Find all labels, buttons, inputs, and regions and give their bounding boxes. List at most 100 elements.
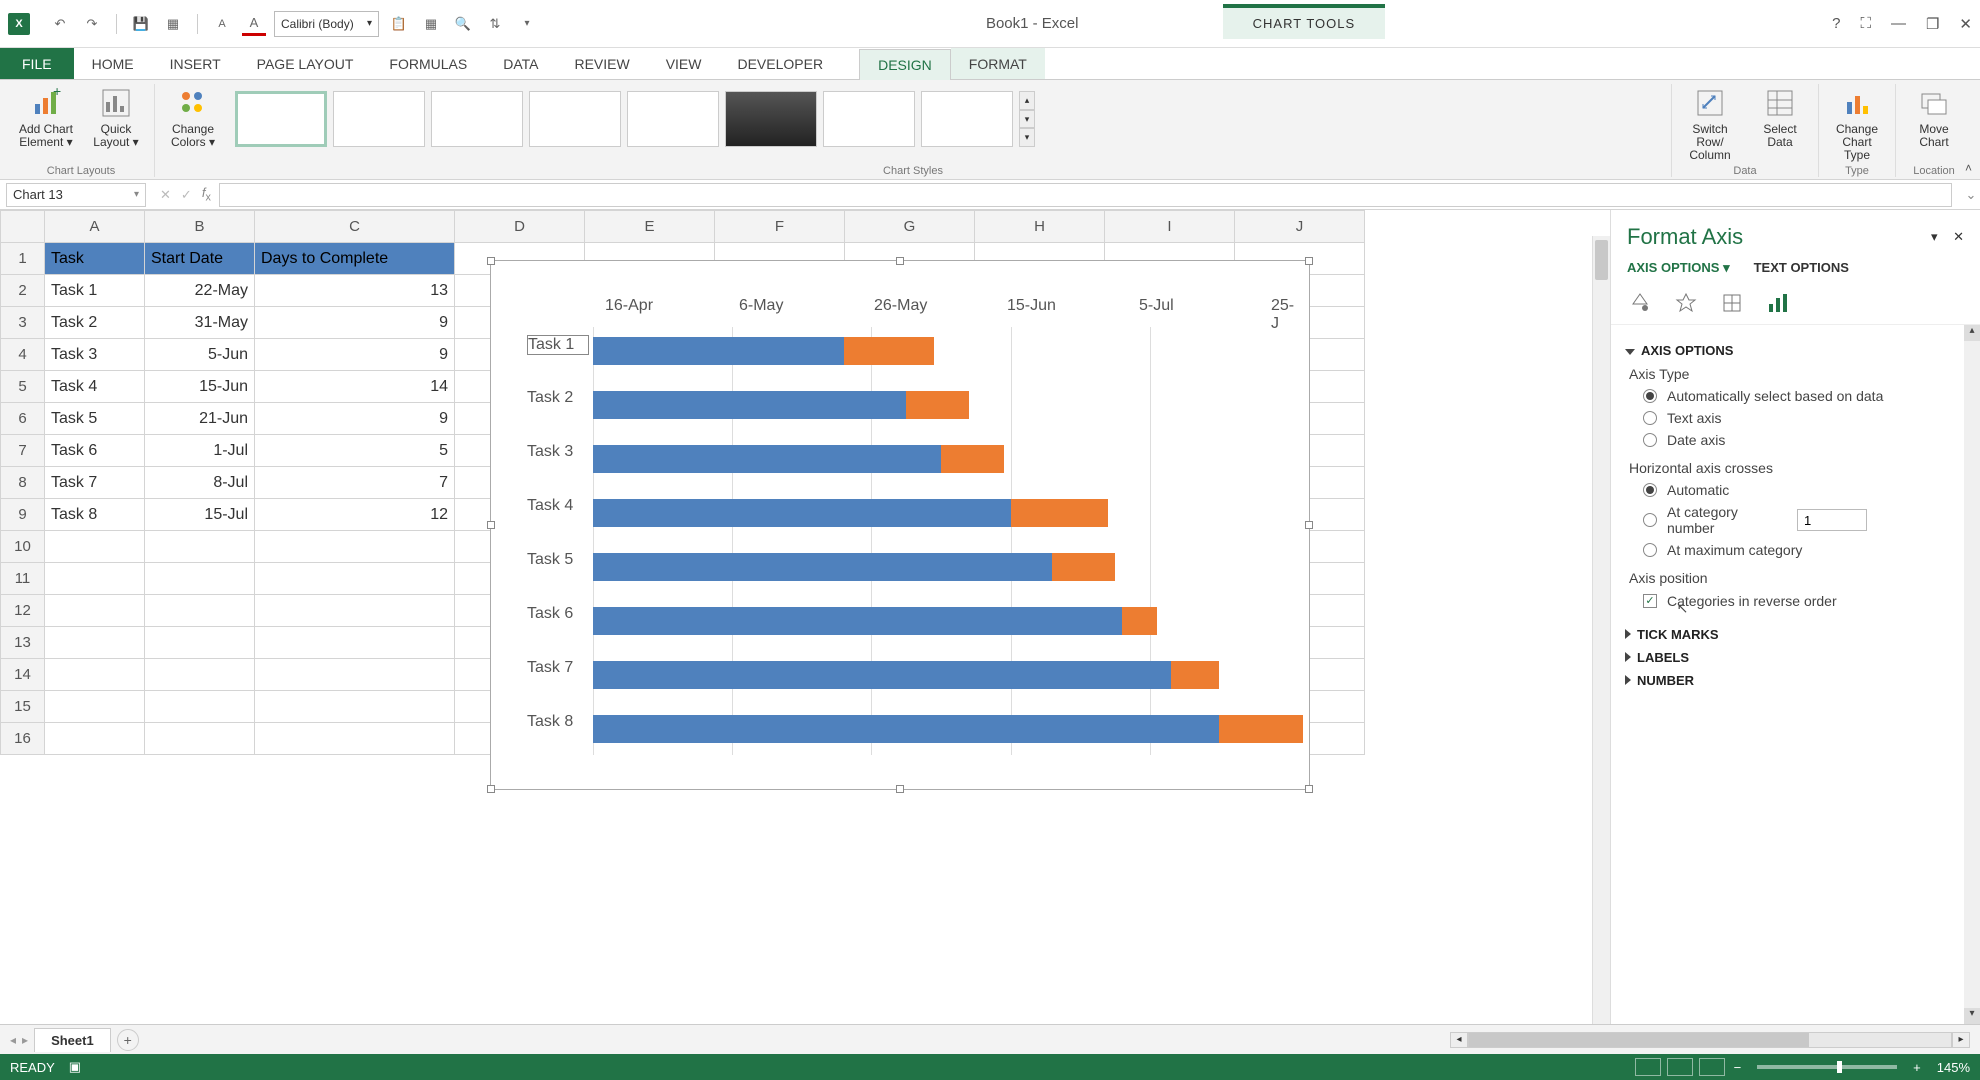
size-properties-icon[interactable] (1719, 290, 1745, 316)
select-data-button[interactable]: Select Data (1752, 86, 1808, 149)
tab-view[interactable]: VIEW (648, 48, 720, 79)
col-header[interactable]: D (455, 211, 585, 243)
row-header[interactable]: 1 (1, 243, 45, 275)
chart-style-8[interactable] (921, 91, 1013, 147)
switch-row-column-button[interactable]: Switch Row/ Column (1682, 86, 1738, 163)
tab-insert[interactable]: INSERT (152, 48, 239, 79)
view-normal-icon[interactable] (1635, 1058, 1661, 1076)
name-box[interactable]: Chart 13▾ (6, 183, 146, 207)
y-tick-label[interactable]: Task 6 (527, 605, 589, 623)
tab-developer[interactable]: DEVELOPER (719, 48, 841, 79)
redo-icon[interactable]: ↷ (80, 12, 104, 36)
y-tick-label[interactable]: Task 5 (527, 551, 589, 569)
axis-options-icon[interactable] (1765, 290, 1791, 316)
borders-icon[interactable]: ▦ (419, 12, 443, 36)
font-name-combo[interactable]: Calibri (Body)▾ (274, 11, 379, 37)
select-all-triangle[interactable] (1, 211, 45, 243)
y-tick-label[interactable]: Task 3 (527, 443, 589, 461)
add-chart-element-button[interactable]: + Add Chart Element ▾ (18, 86, 74, 149)
undo-icon[interactable]: ↶ (48, 12, 72, 36)
embedded-chart[interactable]: 16-Apr 6-May 26-May 15-Jun 5-Jul 25-J (490, 260, 1310, 790)
help-icon[interactable]: ? (1832, 15, 1840, 32)
section-labels[interactable]: LABELS (1625, 650, 1966, 665)
sheet-nav-prev[interactable]: ◂ (10, 1033, 16, 1047)
add-sheet-button[interactable]: + (117, 1029, 139, 1051)
chart-style-3[interactable] (431, 91, 523, 147)
col-header[interactable]: F (715, 211, 845, 243)
tab-file[interactable]: FILE (0, 48, 74, 79)
col-header[interactable]: C (255, 211, 455, 243)
paste-icon[interactable]: 📋 (387, 12, 411, 36)
radio-crosses-at-category[interactable]: At category number (1643, 504, 1962, 536)
col-header[interactable]: G (845, 211, 975, 243)
zoom-percentage[interactable]: 145% (1937, 1060, 1970, 1075)
pane-scrollbar[interactable]: ▴▾ (1964, 325, 1980, 1024)
pane-close-icon[interactable]: ✕ (1953, 229, 1964, 244)
cancel-formula-icon[interactable]: ✕ (160, 187, 171, 203)
worksheet-grid[interactable]: A B C D E F G H I J 1 Task Start Date Da… (0, 210, 1610, 1024)
view-page-layout-icon[interactable] (1667, 1058, 1693, 1076)
section-number[interactable]: NUMBER (1625, 673, 1966, 688)
print-preview-icon[interactable]: 🔍 (451, 12, 475, 36)
checkbox-categories-reverse[interactable]: ✓Categories in reverse order ↖ (1643, 592, 1962, 609)
pane-menu-icon[interactable]: ▾ (1931, 229, 1938, 244)
tab-page-layout[interactable]: PAGE LAYOUT (239, 48, 372, 79)
sheet-nav-next[interactable]: ▸ (22, 1033, 28, 1047)
fx-icon[interactable]: fx (202, 185, 211, 204)
font-size-decrease-icon[interactable]: A (210, 12, 234, 36)
sort-icon[interactable]: ⇅ (483, 12, 507, 36)
radio-axis-type-date[interactable]: Date axis (1643, 432, 1962, 448)
new-icon[interactable]: ▦ (161, 12, 185, 36)
pane-tab-axis-options[interactable]: AXIS OPTIONS ▾ (1627, 260, 1730, 276)
y-tick-label[interactable]: Task 4 (527, 497, 589, 515)
y-tick-label[interactable]: Task 1 (527, 335, 589, 355)
fill-line-icon[interactable] (1627, 290, 1653, 316)
sheet-tab[interactable]: Sheet1 (34, 1028, 111, 1052)
col-header[interactable]: I (1105, 211, 1235, 243)
tab-format[interactable]: FORMAT (951, 48, 1045, 79)
section-tick-marks[interactable]: TICK MARKS (1625, 627, 1966, 642)
col-header[interactable]: H (975, 211, 1105, 243)
formula-input[interactable] (219, 183, 1952, 207)
chart-style-7[interactable] (823, 91, 915, 147)
tab-review[interactable]: REVIEW (556, 48, 647, 79)
radio-crosses-automatic[interactable]: Automatic (1643, 482, 1962, 498)
radio-crosses-at-max[interactable]: At maximum category (1643, 542, 1962, 558)
quick-layout-button[interactable]: Quick Layout ▾ (88, 86, 144, 149)
chart-plot-area[interactable]: 16-Apr 6-May 26-May 15-Jun 5-Jul 25-J (509, 279, 1301, 775)
change-chart-type-button[interactable]: Change Chart Type (1829, 86, 1885, 163)
at-category-number-input[interactable] (1797, 509, 1867, 531)
zoom-in-icon[interactable]: + (1913, 1060, 1921, 1075)
chart-styles-gallery[interactable]: ▴▾▾ (235, 86, 1035, 152)
y-tick-label[interactable]: Task 7 (527, 659, 589, 677)
y-tick-label[interactable]: Task 8 (527, 713, 589, 731)
cell[interactable]: Days to Complete (255, 243, 455, 275)
chart-style-6[interactable] (725, 91, 817, 147)
ribbon-display-icon[interactable]: ⛶ (1860, 15, 1871, 32)
cell[interactable]: Task (45, 243, 145, 275)
restore-icon[interactable]: ❐ (1926, 15, 1939, 33)
y-tick-label[interactable]: Task 2 (527, 389, 589, 407)
col-header[interactable]: J (1235, 211, 1365, 243)
chart-style-5[interactable] (627, 91, 719, 147)
chart-style-4[interactable] (529, 91, 621, 147)
macro-record-icon[interactable]: ▣ (69, 1059, 81, 1075)
pane-tab-text-options[interactable]: TEXT OPTIONS (1754, 260, 1849, 276)
chart-style-2[interactable] (333, 91, 425, 147)
tab-formulas[interactable]: FORMULAS (371, 48, 485, 79)
view-page-break-icon[interactable] (1699, 1058, 1725, 1076)
tab-data[interactable]: DATA (485, 48, 556, 79)
expand-formula-bar-icon[interactable]: ⌄ (1962, 187, 1980, 203)
cell[interactable]: Start Date (145, 243, 255, 275)
col-header[interactable]: E (585, 211, 715, 243)
radio-axis-type-text[interactable]: Text axis (1643, 410, 1962, 426)
vertical-scrollbar[interactable] (1592, 236, 1610, 1024)
font-color-icon[interactable]: A (242, 12, 266, 36)
zoom-out-icon[interactable]: − (1734, 1060, 1742, 1075)
minimize-icon[interactable]: — (1891, 15, 1906, 32)
change-colors-button[interactable]: Change Colors ▾ (165, 86, 221, 149)
zoom-slider[interactable] (1757, 1065, 1897, 1069)
enter-formula-icon[interactable]: ✓ (181, 187, 192, 203)
chart-style-1[interactable] (235, 91, 327, 147)
collapse-ribbon-icon[interactable]: ˄ (1965, 161, 1972, 175)
